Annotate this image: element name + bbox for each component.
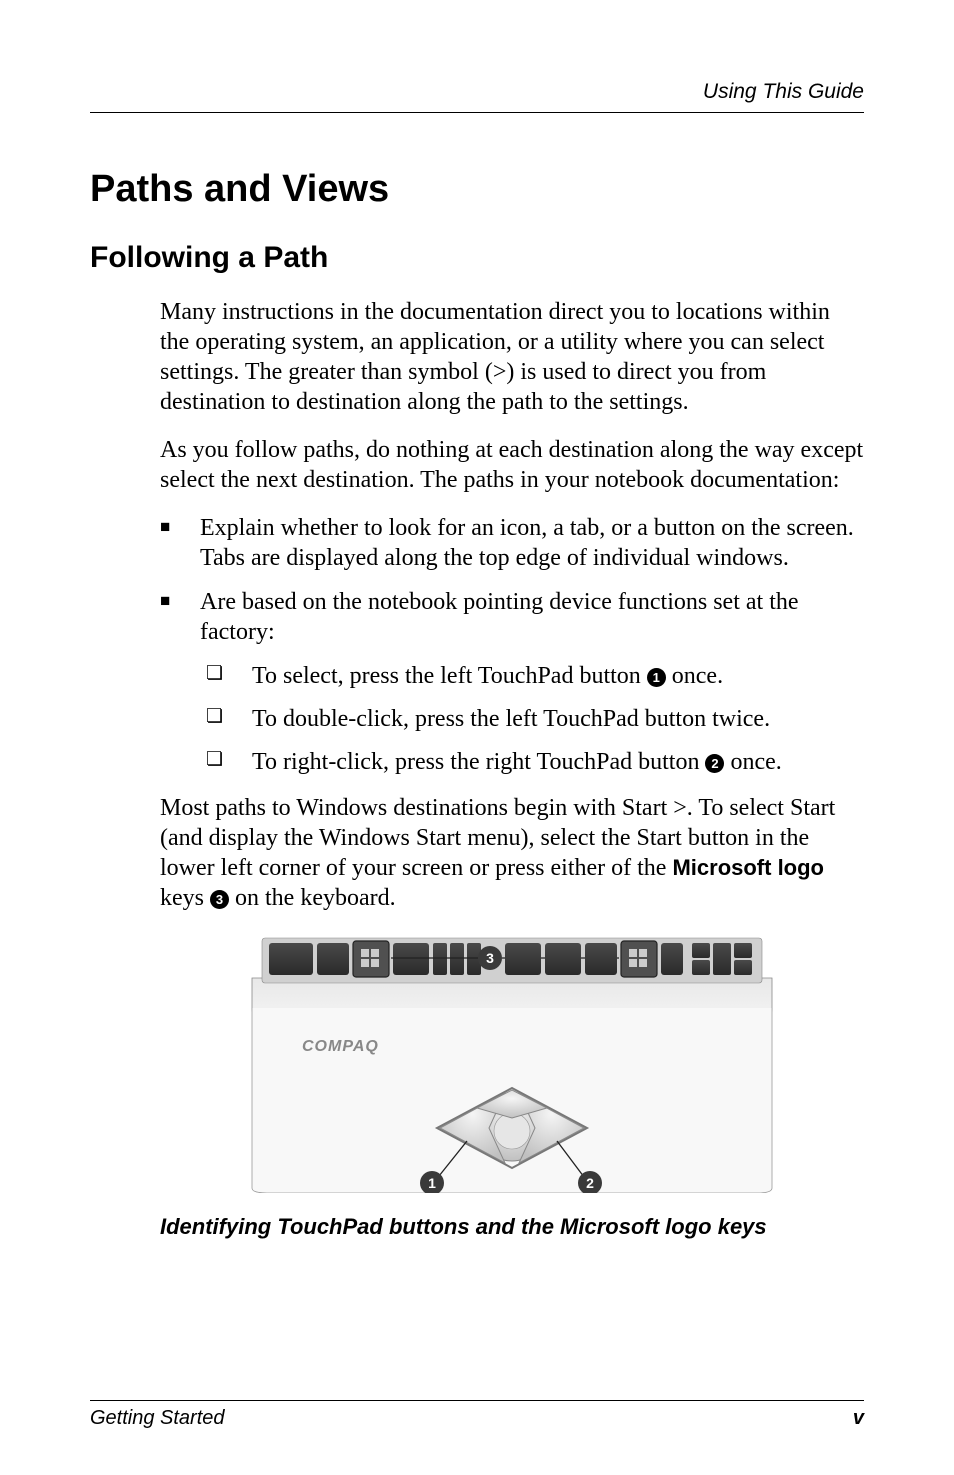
bullet-item-2: Are based on the notebook pointing devic… [160, 587, 864, 779]
heading-paths-and-views: Paths and Views [90, 168, 864, 211]
sub-bullet-3: To right-click, press the right TouchPad… [200, 747, 864, 778]
callout-1-icon: 1 [647, 668, 666, 687]
header-rule [90, 112, 864, 113]
page-header: Using This Guide [90, 80, 864, 113]
footer-left: Getting Started [90, 1407, 225, 1430]
paragraph-intro-2: As you follow paths, do nothing at each … [160, 435, 864, 495]
figure-callout-3-label: 3 [486, 950, 494, 966]
sub-bullet-3-pre: To right-click, press the right TouchPad… [252, 749, 705, 775]
figure-touchpad: 3 COMPAQ [160, 933, 864, 1198]
para-start-mid: keys [160, 885, 210, 911]
sub-bullet-1: To select, press the left TouchPad butto… [200, 661, 864, 692]
sub-bullet-list: To select, press the left TouchPad butto… [200, 661, 864, 779]
heading-following-a-path: Following a Path [90, 241, 864, 275]
bullet-item-2-text: Are based on the notebook pointing devic… [200, 589, 799, 645]
bullet-list-main: Explain whether to look for an icon, a t… [160, 513, 864, 779]
microsoft-logo-label: Microsoft logo [672, 855, 824, 880]
callout-3-icon: 3 [210, 890, 229, 909]
footer-page-number: v [853, 1407, 864, 1430]
page-footer: Getting Started v [90, 1400, 864, 1430]
paragraph-intro-1: Many instructions in the documentation d… [160, 297, 864, 417]
figure-callout-1-label: 1 [428, 1175, 436, 1191]
figure-callout-2-label: 2 [586, 1175, 594, 1191]
paragraph-start-menu: Most paths to Windows destinations begin… [160, 793, 864, 913]
sub-bullet-1-pre: To select, press the left TouchPad butto… [252, 663, 647, 689]
sub-bullet-2: To double-click, press the left TouchPad… [200, 704, 864, 735]
bullet-item-1: Explain whether to look for an icon, a t… [160, 513, 864, 573]
footer-rule [90, 1400, 864, 1401]
touchpad-illustration: 3 COMPAQ [247, 933, 777, 1193]
callout-2-icon: 2 [705, 754, 724, 773]
para-start-post: on the keyboard. [229, 885, 396, 911]
sub-bullet-1-post: once. [666, 663, 723, 689]
running-title: Using This Guide [90, 80, 864, 112]
sub-bullet-3-post: once. [724, 749, 781, 775]
brand-label: COMPAQ [302, 1038, 379, 1055]
figure-caption: Identifying TouchPad buttons and the Mic… [160, 1214, 864, 1240]
